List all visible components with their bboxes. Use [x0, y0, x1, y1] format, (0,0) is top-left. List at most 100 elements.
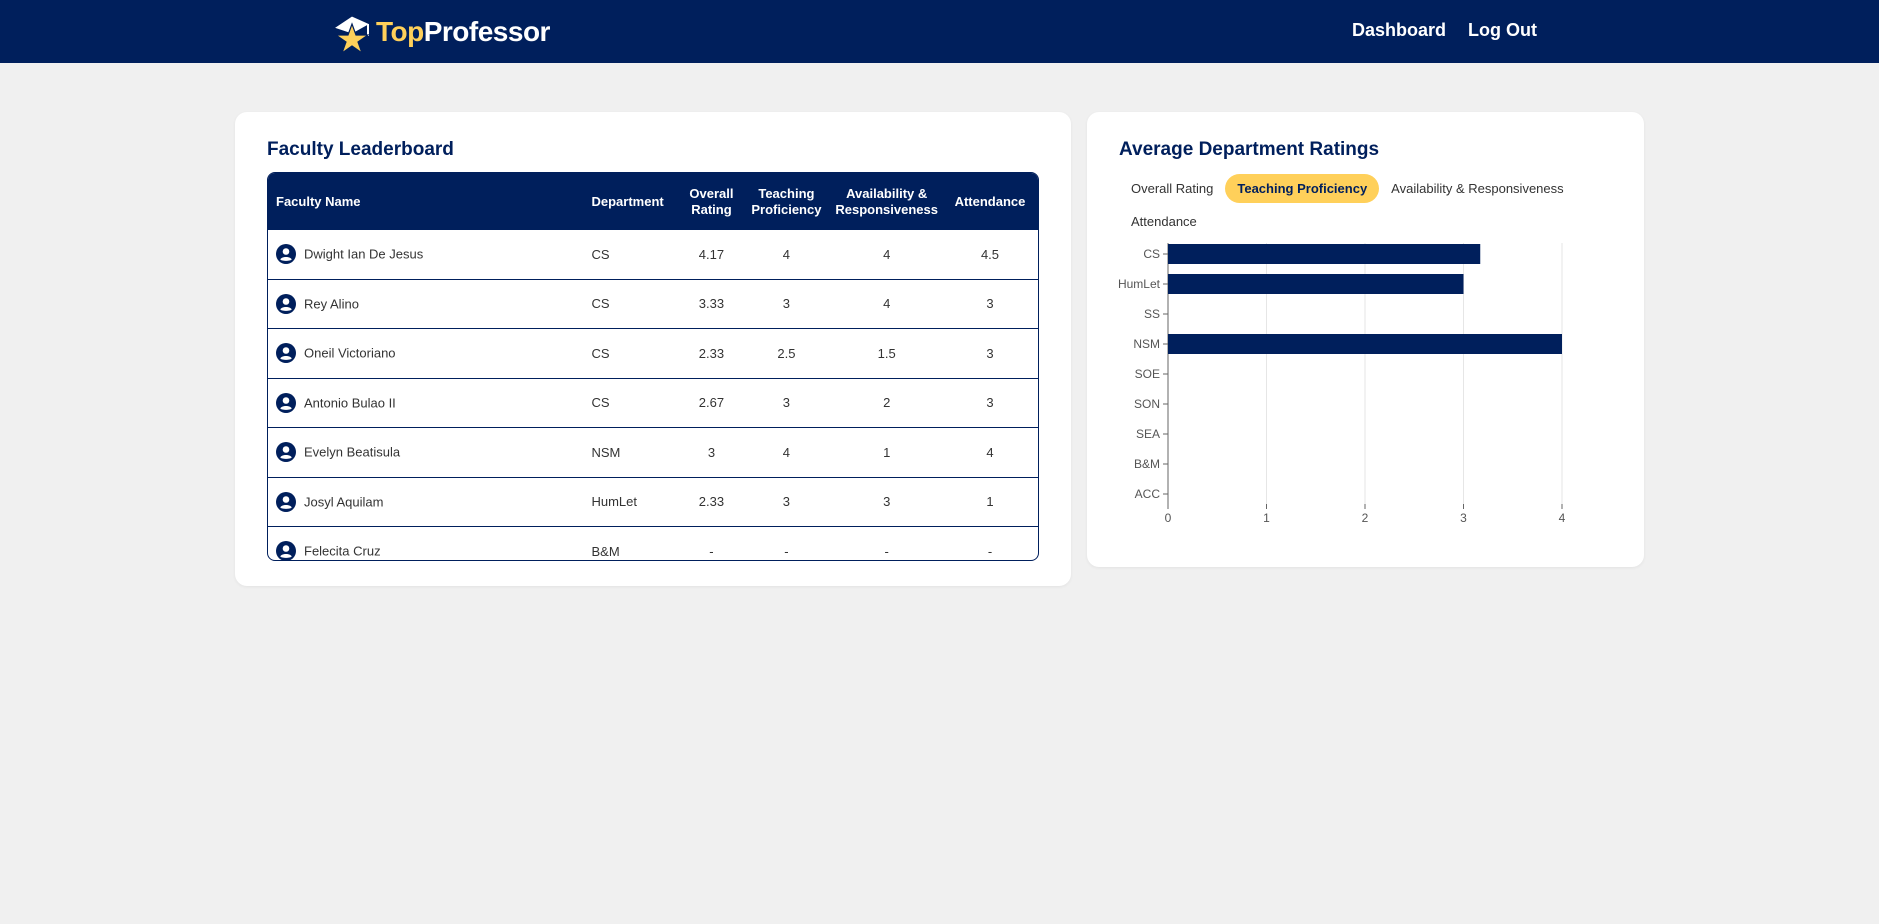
- graduation-star-icon: [332, 15, 372, 54]
- availability-cell: 4: [831, 278, 942, 329]
- attendance-cell: 3: [942, 328, 1038, 378]
- y-category-label: ACC: [1135, 487, 1161, 501]
- table-row[interactable]: Dwight Ian De Jesus CS 4.17 4 4 4.5: [268, 230, 1038, 279]
- attendance-cell: 3: [942, 377, 1038, 428]
- teaching-proficiency-cell: 3: [741, 377, 832, 428]
- user-avatar-icon: [276, 343, 296, 364]
- faculty-name[interactable]: Evelyn Beatisula: [304, 445, 400, 460]
- attendance-cell: 1: [942, 476, 1038, 527]
- column-header-teaching-proficiency[interactable]: Teaching Proficiency: [741, 173, 832, 230]
- y-category-label: SON: [1134, 397, 1160, 411]
- column-header-department[interactable]: Department: [587, 173, 682, 230]
- x-tick-label: 4: [1559, 511, 1566, 525]
- faculty-name-cell: Josyl Aquilam: [268, 476, 588, 527]
- y-category-label: SOE: [1135, 367, 1160, 381]
- user-avatar-icon: [276, 491, 296, 512]
- department-cell: CS: [587, 278, 682, 329]
- department-cell: CS: [587, 377, 682, 428]
- faculty-name-cell: Antonio Bulao II: [268, 377, 588, 428]
- y-category-label: HumLet: [1118, 277, 1161, 291]
- x-tick-label: 0: [1165, 511, 1172, 525]
- user-avatar-icon: [276, 293, 296, 314]
- faculty-name-cell: Oneil Victoriano: [268, 328, 588, 378]
- y-category-label: CS: [1143, 247, 1160, 261]
- teaching-proficiency-cell: 3: [741, 278, 832, 329]
- table-row[interactable]: Josyl Aquilam HumLet 2.33 3 3 1: [268, 476, 1038, 527]
- availability-cell: -: [831, 526, 942, 560]
- table-header-row: Faculty Name Department Overall Rating Te…: [268, 173, 1038, 230]
- faculty-name[interactable]: Oneil Victoriano: [304, 346, 396, 361]
- nav-logout-link[interactable]: Log Out: [1468, 20, 1537, 41]
- column-header-attendance[interactable]: Attendance: [942, 173, 1038, 230]
- teaching-proficiency-cell: 3: [741, 476, 832, 527]
- x-tick-label: 3: [1460, 511, 1467, 525]
- user-avatar-icon: [276, 541, 296, 560]
- x-tick-label: 1: [1263, 511, 1270, 525]
- bar-cs: [1168, 244, 1481, 264]
- department-cell: B&M: [587, 526, 682, 560]
- bar-humlet: [1168, 274, 1464, 294]
- faculty-name[interactable]: Felecita Cruz: [304, 544, 381, 559]
- attendance-cell: 4: [942, 427, 1038, 477]
- availability-cell: 1: [831, 427, 942, 477]
- app-logo[interactable]: TopProfessor: [330, 10, 550, 54]
- leaderboard-table: Faculty Name Department Overall Rating Te…: [268, 173, 1038, 560]
- availability-cell: 1.5: [831, 328, 942, 378]
- department-cell: NSM: [587, 427, 682, 477]
- faculty-name[interactable]: Rey Alino: [304, 296, 359, 311]
- department-ratings-card: Average Department Ratings Overall Ratin…: [1087, 112, 1644, 567]
- department-cell: HumLet: [587, 476, 682, 527]
- department-cell: CS: [591, 246, 610, 262]
- faculty-name-cell: Dwight Ian De Jesus: [268, 230, 587, 279]
- overall-rating-cell: 3: [681, 427, 742, 477]
- overall-rating-cell: 2.33: [681, 476, 742, 527]
- overall-rating-cell: -: [681, 526, 742, 560]
- logo-text: TopProfessor: [376, 16, 550, 47]
- faculty-name[interactable]: Antonio Bulao II: [304, 395, 396, 410]
- faculty-name-cell: Rey Alino: [268, 278, 588, 329]
- availability-cell: 3: [831, 476, 942, 527]
- overall-rating-cell: 3.33: [681, 278, 742, 329]
- nav-dashboard-link[interactable]: Dashboard: [1352, 20, 1446, 41]
- user-avatar-icon: [276, 442, 296, 463]
- table-row[interactable]: Rey Alino CS 3.33 3 4 3: [268, 278, 1038, 329]
- teaching-proficiency-cell: 4: [782, 246, 791, 262]
- attendance-cell: 4.5: [980, 246, 1000, 262]
- faculty-name-cell: Felecita Cruz: [268, 526, 588, 560]
- availability-cell: 2: [831, 377, 942, 428]
- faculty-name[interactable]: Josyl Aquilam: [304, 494, 383, 509]
- leaderboard-table-wrapper: Faculty Name Department Overall Rating Te…: [267, 172, 1039, 561]
- leaderboard-card: Faculty Leaderboard Faculty Name Departm…: [235, 112, 1071, 586]
- column-header-faculty-name[interactable]: Faculty Name: [268, 173, 588, 230]
- overall-rating-cell: 4.17: [698, 246, 725, 262]
- user-avatar-icon: [276, 244, 296, 265]
- overall-rating-cell: 2.67: [681, 377, 742, 428]
- top-navbar: TopProfessor Dashboard Log Out: [0, 0, 1879, 63]
- availability-cell: 4: [883, 246, 891, 262]
- column-header-availability[interactable]: Availability & Responsiveness: [831, 173, 942, 230]
- table-row[interactable]: Oneil Victoriano CS 2.33 2.5 1.5 3: [268, 328, 1038, 378]
- y-category-label: NSM: [1133, 337, 1160, 351]
- x-tick-label: 2: [1362, 511, 1369, 525]
- table-row[interactable]: Antonio Bulao II CS 2.67 3 2 3: [268, 377, 1038, 428]
- faculty-name-cell: Evelyn Beatisula: [268, 427, 588, 477]
- department-ratings-bar-chart: 0 1 2 3 4 CS HumLet SS NSM SOE SON SEA B&M ACC: [1118, 243, 1566, 525]
- table-row[interactable]: Felecita Cruz B&M - - - -: [268, 526, 1038, 560]
- attendance-cell: -: [942, 526, 1038, 560]
- department-cell: CS: [587, 328, 682, 378]
- y-category-label: SS: [1144, 307, 1160, 321]
- teaching-proficiency-cell: 4: [741, 427, 832, 477]
- teaching-proficiency-cell: -: [741, 526, 832, 560]
- column-header-overall-rating[interactable]: Overall Rating: [681, 173, 742, 230]
- y-category-label: B&M: [1134, 457, 1160, 471]
- user-avatar-icon: [276, 392, 296, 413]
- leaderboard-body: Dwight Ian De Jesus CS 4.17 4 4 4.5 Rey …: [268, 230, 1038, 560]
- leaderboard-title: Faculty Leaderboard: [267, 139, 454, 160]
- attendance-cell: 3: [942, 278, 1038, 329]
- y-category-label: SEA: [1136, 427, 1160, 441]
- overall-rating-cell: 2.33: [681, 328, 742, 378]
- table-row[interactable]: Evelyn Beatisula NSM 3 4 1 4: [268, 427, 1038, 477]
- faculty-name[interactable]: Dwight Ian De Jesus: [304, 247, 423, 262]
- teaching-proficiency-cell: 2.5: [741, 328, 832, 378]
- bar-nsm: [1168, 334, 1562, 354]
